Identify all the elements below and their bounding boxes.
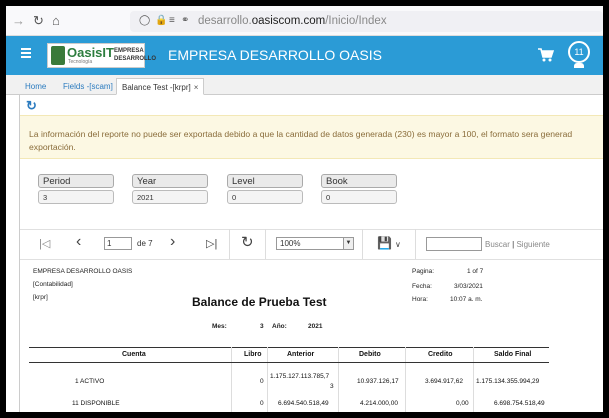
home-icon[interactable]: ⌂ (52, 14, 60, 28)
page-value: 1 of 7 (467, 268, 484, 275)
param-label: Year (132, 174, 208, 188)
month-value: 3 (260, 323, 264, 330)
report-panel: ↻ La información del reporte no puede se… (19, 95, 603, 412)
app-header: OasisIT Tecnología EMPRESA DESARROLLO EMP… (6, 36, 603, 75)
param-year: Year 2021 (132, 174, 208, 204)
prev-page-icon[interactable]: ‹ (76, 234, 81, 250)
anterior-cell: 6.694.540.518,49 (278, 400, 329, 407)
refresh-report-icon[interactable]: ↻ (241, 235, 254, 250)
book-field[interactable]: 0 (321, 190, 397, 204)
permissions-icon[interactable]: ≡ (169, 15, 175, 26)
column-divider (405, 347, 406, 412)
column-header: Credito (428, 351, 453, 358)
browser-window: → ↻ ⌂ ◯ 🔒 ≡ ⚭ desarrollo.oasiscom.com/In… (6, 6, 603, 412)
company-logo[interactable]: OasisIT Tecnología EMPRESA DESARROLLO (47, 43, 156, 68)
page-count: de 7 (137, 239, 153, 248)
address-bar[interactable]: ◯ 🔒 ≡ ⚭ desarrollo.oasiscom.com/Inicio/I… (130, 11, 603, 32)
logo-mark (51, 46, 65, 65)
notification-badge: 11 (568, 41, 590, 63)
save-icon[interactable]: 💾 (377, 236, 392, 250)
column-header: Cuenta (122, 351, 146, 358)
divider (20, 259, 603, 260)
saldo-cell: 1.175.134.355.994,29 (476, 378, 540, 385)
column-divider (267, 347, 268, 412)
notifications-bell[interactable]: 11 (568, 41, 590, 71)
tab-bar: Home Fields -[scam]× Balance Test -[krpr… (6, 75, 603, 95)
column-divider (338, 347, 339, 412)
libro-cell: 0 (260, 378, 264, 385)
time-label: Hora: (412, 296, 428, 303)
libro-cell: 0 (260, 400, 264, 407)
logo-text: OasisIT (67, 45, 114, 60)
app-title: EMPRESA DESARROLLO OASIS (168, 47, 382, 63)
debito-cell: 10.937.126,17 (357, 378, 399, 385)
search-links: Buscar | Siguiente (485, 240, 550, 249)
search-link[interactable]: Buscar (485, 240, 510, 249)
column-divider (231, 347, 232, 412)
date-label: Fecha: (412, 283, 432, 290)
column-header: Libro (244, 351, 262, 358)
period-field[interactable]: 3 (38, 190, 114, 204)
credito-cell: 0,00 (456, 400, 469, 407)
column-header: Saldo Final (494, 351, 532, 358)
time-value: 10:07 a. m. (450, 296, 483, 303)
level-field[interactable]: 0 (227, 190, 303, 204)
param-label: Book (321, 174, 397, 188)
report-company: EMPRESA DESARROLLO OASIS (33, 268, 133, 275)
warning-text: La información del reporte no puede ser … (29, 129, 573, 152)
logo-company: EMPRESA DESARROLLO (114, 48, 156, 62)
date-value: 3/03/2021 (454, 283, 483, 290)
next-page-icon[interactable]: › (170, 234, 175, 250)
year-value: 2021 (308, 323, 323, 330)
key-icon[interactable]: ⚭ (181, 15, 189, 26)
param-level: Level 0 (227, 174, 303, 204)
report-code: [krpr] (33, 294, 48, 301)
tab-balance-test[interactable]: Balance Test -[krpr] × (116, 78, 205, 95)
param-period: Period 3 (38, 174, 114, 204)
next-match-link[interactable]: Siguiente (516, 240, 549, 249)
report-module: [Contabilidad] (33, 281, 73, 288)
refresh-icon[interactable]: ↻ (26, 98, 37, 114)
reload-icon[interactable]: ↻ (33, 14, 44, 28)
month-label: Mes: (212, 323, 227, 330)
column-divider (473, 347, 474, 412)
credito-cell: 3.694.917,62 (425, 378, 463, 385)
last-page-icon[interactable]: ▷| (206, 237, 217, 251)
shield-icon[interactable]: ◯ (139, 15, 150, 26)
param-label: Period (38, 174, 114, 188)
chevron-down-icon: ▼ (343, 238, 353, 249)
year-label: Año: (272, 323, 287, 330)
account-cell: 1 ACTIVO (75, 378, 105, 385)
year-field[interactable]: 2021 (132, 190, 208, 204)
column-header: Anterior (287, 351, 315, 358)
page-number-input[interactable]: 1 (104, 237, 132, 250)
export-warning: La información del reporte no puede ser … (20, 115, 603, 159)
chevron-down-icon[interactable]: ∨ (395, 238, 401, 252)
bell-icon (574, 63, 584, 68)
column-header: Debito (359, 351, 381, 358)
table-top-rule (29, 347, 549, 348)
close-icon[interactable]: × (194, 83, 199, 92)
browser-toolbar: → ↻ ⌂ ◯ 🔒 ≡ ⚭ desarrollo.oasiscom.com/In… (6, 6, 603, 36)
param-label: Level (227, 174, 303, 188)
menu-icon[interactable] (21, 48, 31, 58)
anterior-cell-wrap: 3 (330, 383, 334, 390)
first-page-icon[interactable]: |◁ (39, 237, 50, 251)
report-title: Balance de Prueba Test (192, 295, 327, 309)
arrow-left-icon[interactable]: → (12, 14, 25, 28)
tab-home[interactable]: Home (20, 78, 51, 95)
cart-icon[interactable] (538, 48, 555, 65)
saldo-cell: 6.698.754.518,49 (494, 400, 545, 407)
table-header-rule (29, 362, 549, 363)
zoom-select[interactable]: 100% ▼ (276, 237, 354, 250)
page-label: Pagina: (412, 268, 435, 275)
param-book: Book 0 (321, 174, 397, 204)
debito-cell: 4.214.000,00 (360, 400, 398, 407)
search-input[interactable] (426, 237, 482, 251)
anterior-cell: 1.175.127.113.785,7 (270, 373, 330, 380)
insecure-lock-icon[interactable]: 🔒 (155, 15, 167, 26)
url-text[interactable]: desarrollo.oasiscom.com/Inicio/Index (198, 15, 387, 27)
logo-subtext: Tecnología (68, 59, 93, 65)
account-cell: 11 DISPONIBLE (72, 400, 120, 407)
